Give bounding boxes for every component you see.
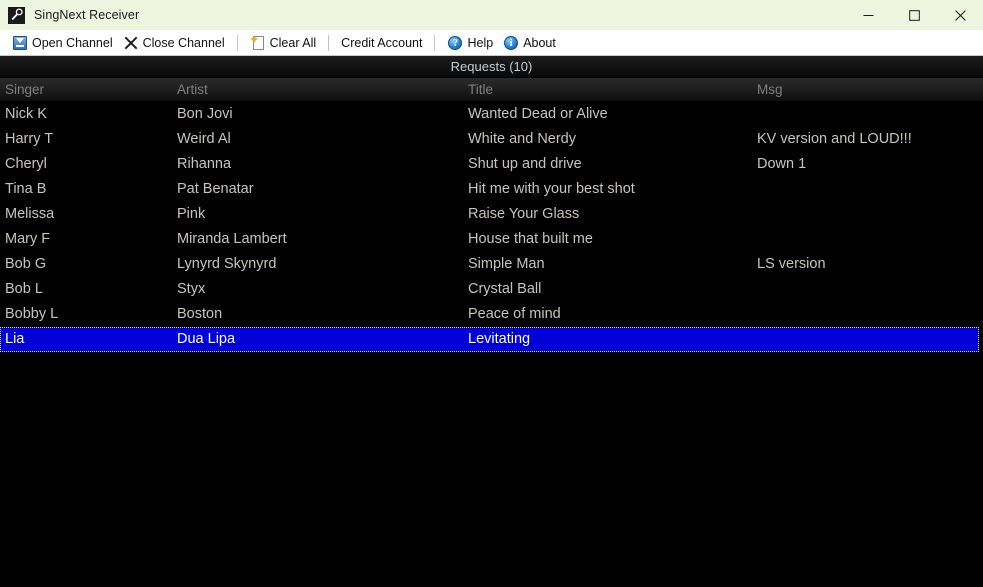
- open-channel-label: Open Channel: [32, 35, 113, 50]
- cell-title: Wanted Dead or Alive: [468, 106, 608, 122]
- minimize-button[interactable]: [845, 0, 891, 30]
- about-glyph: i: [504, 35, 519, 50]
- requests-list[interactable]: Nick K Bon Jovi Wanted Dead or Alive Harry …: [0, 102, 983, 587]
- table-row[interactable]: Nick K Bon Jovi Wanted Dead or Alive: [0, 102, 983, 127]
- cell-artist: Dua Lipa: [177, 331, 236, 347]
- cell-singer: Lia: [5, 331, 25, 347]
- cell-msg: [757, 227, 979, 252]
- about-button[interactable]: i About: [498, 32, 561, 54]
- toolbar-separator: [434, 34, 436, 51]
- cell-singer: Cheryl: [5, 156, 47, 172]
- cell-singer: Bobby L: [5, 306, 59, 322]
- credit-account-button[interactable]: Credit Account: [336, 32, 427, 54]
- maximize-button[interactable]: [891, 0, 937, 30]
- cell-singer: Nick K: [5, 106, 47, 122]
- requests-title: Requests (10): [0, 56, 983, 78]
- clear-all-label: Clear All: [269, 35, 317, 50]
- maximize-icon: [908, 9, 920, 21]
- cell-artist: Weird Al: [177, 131, 231, 147]
- table-row[interactable]: Bob L Styx Crystal Ball: [0, 277, 983, 302]
- table-row[interactable]: Melissa Pink Raise Your Glass: [0, 202, 983, 227]
- column-header-singer[interactable]: Singer: [5, 78, 175, 102]
- column-header-title[interactable]: Title: [468, 78, 753, 102]
- clear-all-icon: ✦: [250, 34, 266, 51]
- cell-msg: Down 1: [757, 156, 807, 172]
- table-row[interactable]: Mary F Miranda Lambert House that built me: [0, 227, 983, 252]
- cell-title: Shut up and drive: [468, 156, 582, 172]
- cell-title: Simple Man: [468, 256, 545, 272]
- about-label: About: [523, 35, 556, 50]
- help-glyph: ?: [448, 35, 463, 50]
- title-bar: SingNext Receiver: [0, 0, 983, 30]
- cell-msg: [757, 102, 979, 127]
- column-header-msg[interactable]: Msg: [757, 78, 979, 102]
- toolbar-separator: [236, 34, 238, 51]
- column-header-artist[interactable]: Artist: [177, 78, 465, 102]
- table-row[interactable]: Tina B Pat Benatar Hit me with your best s…: [0, 177, 983, 202]
- help-button[interactable]: ? Help: [442, 32, 498, 54]
- window-title: SingNext Receiver: [34, 8, 140, 22]
- microphone-icon: [8, 6, 25, 24]
- cell-title: Crystal Ball: [468, 281, 542, 297]
- cell-msg: [757, 202, 979, 227]
- close-button[interactable]: [937, 0, 983, 30]
- help-icon: ?: [447, 35, 463, 51]
- cell-singer: Bob G: [5, 256, 47, 272]
- cell-artist: Lynyrd Skynyrd: [177, 256, 277, 272]
- cell-artist: Bon Jovi: [177, 106, 233, 122]
- minimize-icon: [863, 14, 873, 16]
- help-label: Help: [467, 35, 494, 50]
- cell-singer: Melissa: [5, 206, 55, 222]
- credit-account-label: Credit Account: [341, 35, 423, 50]
- cell-artist: Miranda Lambert: [177, 231, 287, 247]
- cell-title: Levitating: [468, 331, 531, 347]
- cell-msg: LS version: [757, 256, 826, 272]
- toolbar-separator: [328, 34, 330, 51]
- toolbar: Open Channel Close Channel ✦ Clear All C…: [0, 30, 983, 56]
- cell-msg: KV version and LOUD!!!: [757, 131, 912, 147]
- cell-title: Hit me with your best shot: [468, 181, 635, 197]
- app-window: SingNext Receiver Open Channel Close Cha…: [0, 0, 983, 587]
- column-header-row: Singer Artist Title Msg: [0, 78, 983, 102]
- about-icon: i: [503, 35, 519, 51]
- cell-msg: [757, 277, 979, 302]
- cell-artist: Boston: [177, 306, 223, 322]
- table-row[interactable]: Lia Dua Lipa Levitating: [0, 327, 979, 352]
- table-row[interactable]: Bob G Lynyrd Skynyrd Simple Man LS version: [0, 252, 983, 277]
- cell-singer: Bob L: [5, 281, 43, 297]
- cell-artist: Styx: [177, 281, 206, 297]
- cell-artist: Rihanna: [177, 156, 232, 172]
- open-channel-icon: [12, 35, 28, 51]
- close-channel-icon: [123, 35, 139, 51]
- cell-title: Peace of mind: [468, 306, 561, 322]
- cell-title: House that built me: [468, 231, 593, 247]
- close-channel-button[interactable]: Close Channel: [118, 32, 230, 54]
- open-channel-button[interactable]: Open Channel: [7, 32, 118, 54]
- cell-artist: Pat Benatar: [177, 181, 254, 197]
- cell-singer: Tina B: [5, 181, 47, 197]
- cell-msg: [757, 177, 979, 202]
- close-channel-label: Close Channel: [142, 35, 225, 50]
- table-row[interactable]: Cheryl Rihanna Shut up and drive Down 1: [0, 152, 983, 177]
- cell-artist: Pink: [177, 206, 206, 222]
- table-row[interactable]: Bobby L Boston Peace of mind: [0, 302, 983, 327]
- cell-singer: Mary F: [5, 231, 51, 247]
- table-row[interactable]: Harry T Weird Al White and Nerdy KV version…: [0, 127, 983, 152]
- cell-msg: [757, 302, 979, 327]
- cell-msg: [757, 327, 979, 352]
- cell-title: White and Nerdy: [468, 131, 576, 147]
- window-controls: [845, 0, 983, 30]
- clear-all-button[interactable]: ✦ Clear All: [245, 32, 322, 54]
- cell-singer: Harry T: [5, 131, 54, 147]
- close-icon: [954, 9, 966, 21]
- cell-title: Raise Your Glass: [468, 206, 580, 222]
